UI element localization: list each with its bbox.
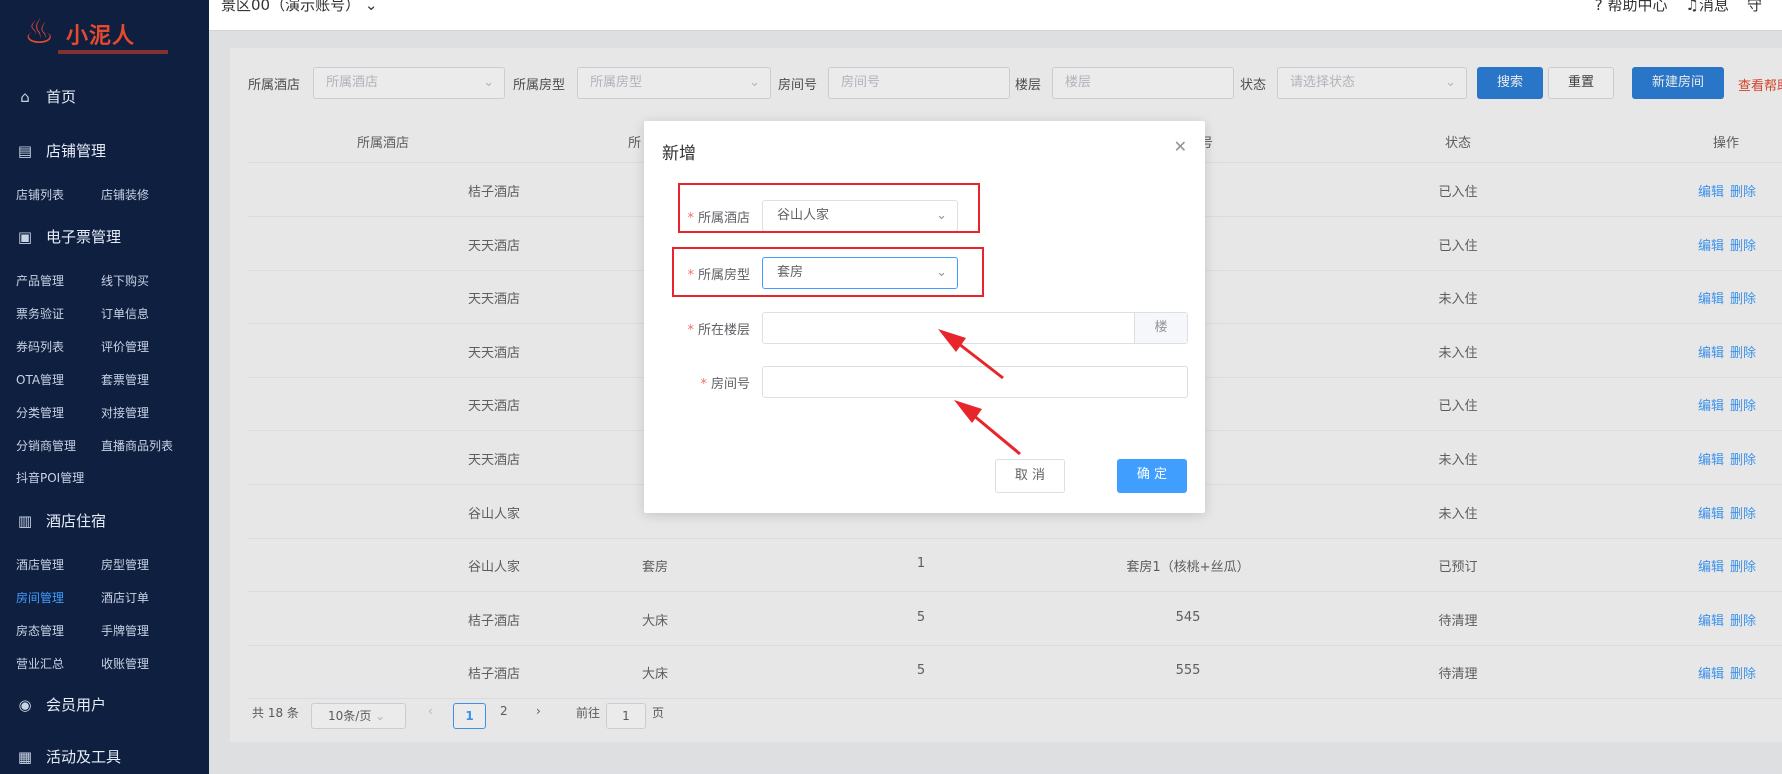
annotation-arrow-floor xyxy=(938,329,1004,380)
annotation-arrow-roomno xyxy=(954,400,1021,456)
annotation-arrows xyxy=(938,329,1021,456)
